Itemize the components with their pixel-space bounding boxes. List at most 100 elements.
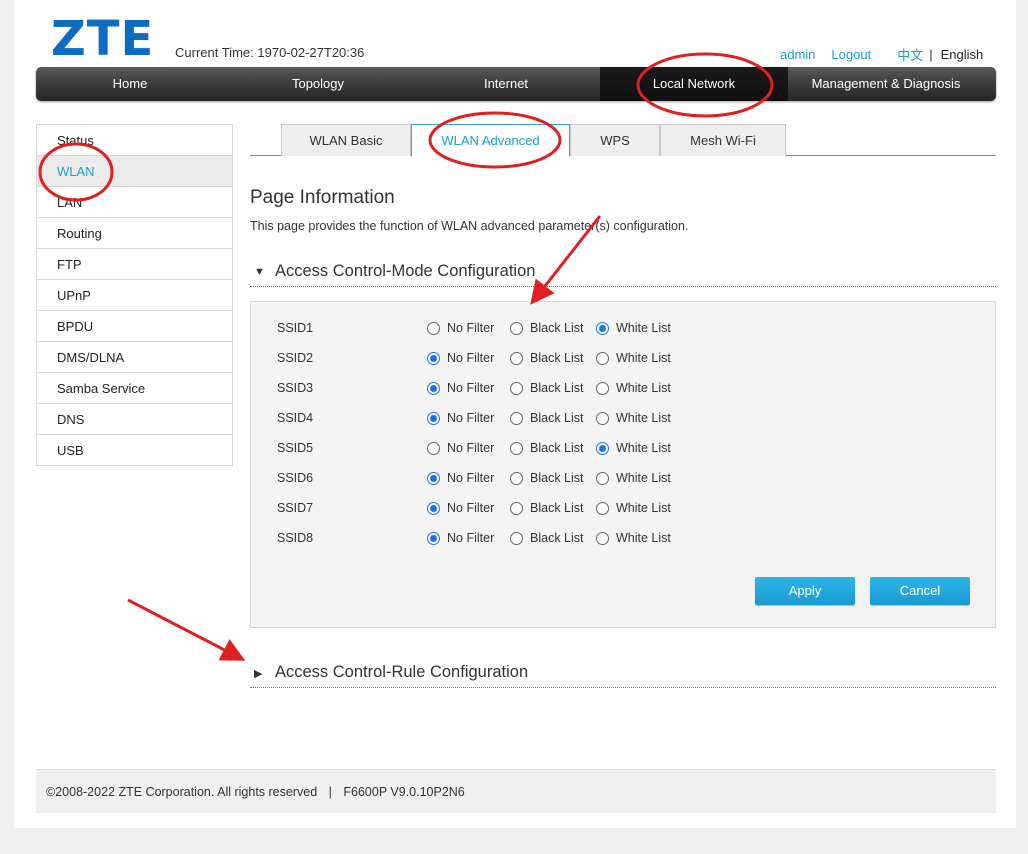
cancel-button[interactable]: Cancel — [870, 577, 970, 605]
page-info-title: Page Information — [250, 187, 395, 208]
radio-label: White List — [616, 411, 671, 425]
radio-label: White List — [616, 321, 671, 335]
radio-button[interactable] — [510, 501, 523, 515]
nav-internet[interactable]: Internet — [412, 67, 600, 101]
radio-option[interactable]: White List — [596, 531, 671, 545]
radio-button[interactable] — [427, 501, 440, 515]
section-mode-header[interactable]: ▼ Access Control-Mode Configuration — [250, 260, 996, 287]
radio-label: Black List — [530, 441, 584, 455]
radio-option[interactable]: No Filter — [427, 411, 510, 425]
radio-option[interactable]: Black List — [510, 321, 596, 335]
ssid-row: SSID6 No Filter Black List White List — [277, 468, 671, 488]
copyright-text: ©2008-2022 ZTE Corporation. All rights r… — [46, 785, 318, 799]
radio-button[interactable] — [427, 441, 440, 455]
tab-wps[interactable]: WPS — [570, 124, 660, 156]
radio-button[interactable] — [427, 411, 440, 425]
radio-option[interactable]: No Filter — [427, 381, 510, 395]
radio-button[interactable] — [596, 411, 609, 425]
radio-option[interactable]: Black List — [510, 351, 596, 365]
footer: ©2008-2022 ZTE Corporation. All rights r… — [36, 769, 996, 813]
radio-option[interactable]: White List — [596, 321, 671, 335]
radio-option[interactable]: No Filter — [427, 501, 510, 515]
radio-option[interactable]: Black List — [510, 531, 596, 545]
logout-link[interactable]: Logout — [831, 47, 871, 62]
radio-button[interactable] — [427, 531, 440, 545]
radio-button[interactable] — [427, 351, 440, 365]
section-rule-header[interactable]: ▶ Access Control-Rule Configuration — [250, 661, 996, 688]
radio-button[interactable] — [510, 441, 523, 455]
ssid-label: SSID4 — [277, 411, 314, 425]
radio-button[interactable] — [596, 471, 609, 485]
radio-label: No Filter — [447, 531, 495, 545]
radio-option[interactable]: White List — [596, 351, 671, 365]
radio-button[interactable] — [510, 381, 523, 395]
ssid-row: SSID4 No Filter Black List White List — [277, 408, 671, 428]
radio-label: Black List — [530, 321, 584, 335]
radio-button[interactable] — [596, 351, 609, 365]
current-time-label: Current Time: — [175, 45, 254, 60]
radio-option[interactable]: Black List — [510, 411, 596, 425]
radio-option[interactable]: No Filter — [427, 471, 510, 485]
tab-wlan-advanced[interactable]: WLAN Advanced — [411, 124, 570, 157]
sidebar-item-dms-dlna[interactable]: DMS/DLNA — [37, 342, 232, 373]
apply-button[interactable]: Apply — [755, 577, 855, 605]
tab-wlan-basic[interactable]: WLAN Basic — [281, 124, 411, 156]
radio-button[interactable] — [596, 501, 609, 515]
lang-separator: | — [929, 47, 933, 62]
radio-option[interactable]: White List — [596, 411, 671, 425]
radio-button[interactable] — [427, 471, 440, 485]
lang-english-link[interactable]: English — [941, 47, 984, 62]
sidebar-item-lan[interactable]: LAN — [37, 187, 232, 218]
main-nav: Home Topology Internet Local Network Man… — [36, 67, 996, 101]
radio-option[interactable]: White List — [596, 381, 671, 395]
sidebar-item-usb[interactable]: USB — [37, 435, 232, 466]
radio-label: White List — [616, 501, 671, 515]
radio-option[interactable]: Black List — [510, 441, 596, 455]
radio-button[interactable] — [510, 531, 523, 545]
ssid-label: SSID7 — [277, 501, 314, 515]
collapse-triangle-icon: ▼ — [254, 266, 265, 278]
radio-button[interactable] — [510, 321, 523, 335]
radio-option[interactable]: White List — [596, 471, 671, 485]
sidebar-item-routing[interactable]: Routing — [37, 218, 232, 249]
sidebar-item-upnp[interactable]: UPnP — [37, 280, 232, 311]
radio-button[interactable] — [427, 321, 440, 335]
radio-button[interactable] — [596, 531, 609, 545]
radio-button[interactable] — [510, 471, 523, 485]
nav-management-diagnosis[interactable]: Management & Diagnosis — [788, 67, 984, 101]
sidebar-item-bpdu[interactable]: BPDU — [37, 311, 232, 342]
radio-button[interactable] — [596, 441, 609, 455]
admin-link[interactable]: admin — [780, 47, 815, 62]
expand-triangle-icon: ▶ — [254, 668, 263, 680]
tab-mesh-wifi[interactable]: Mesh Wi-Fi — [660, 124, 786, 156]
nav-home[interactable]: Home — [36, 67, 224, 101]
radio-option[interactable]: No Filter — [427, 321, 510, 335]
sidebar-item-status[interactable]: Status — [37, 125, 232, 156]
sidebar-item-samba[interactable]: Samba Service — [37, 373, 232, 404]
current-time: Current Time: 1970-02-27T20:36 — [175, 45, 364, 60]
radio-button[interactable] — [596, 381, 609, 395]
radio-button[interactable] — [510, 351, 523, 365]
nav-topology[interactable]: Topology — [224, 67, 412, 101]
nav-local-network[interactable]: Local Network — [600, 67, 788, 101]
radio-option[interactable]: No Filter — [427, 531, 510, 545]
radio-option[interactable]: No Filter — [427, 441, 510, 455]
radio-option[interactable]: Black List — [510, 381, 596, 395]
radio-option[interactable]: White List — [596, 441, 671, 455]
ssid-row: SSID3 No Filter Black List White List — [277, 378, 671, 398]
ssid-row: SSID1 No Filter Black List White List — [277, 318, 671, 338]
radio-option[interactable]: No Filter — [427, 351, 510, 365]
lang-chinese-link[interactable]: 中文 — [897, 45, 923, 64]
radio-button[interactable] — [510, 411, 523, 425]
sidebar-item-dns[interactable]: DNS — [37, 404, 232, 435]
radio-option[interactable]: White List — [596, 501, 671, 515]
sidebar-item-wlan[interactable]: WLAN — [37, 156, 232, 187]
radio-option[interactable]: Black List — [510, 471, 596, 485]
radio-button[interactable] — [427, 381, 440, 395]
radio-label: White List — [616, 441, 671, 455]
sidebar-item-ftp[interactable]: FTP — [37, 249, 232, 280]
radio-button[interactable] — [596, 321, 609, 335]
top-links: admin Logout 中文 | English — [780, 45, 983, 64]
sidebar: Status WLAN LAN Routing FTP UPnP BPDU DM… — [36, 124, 233, 466]
radio-option[interactable]: Black List — [510, 501, 596, 515]
